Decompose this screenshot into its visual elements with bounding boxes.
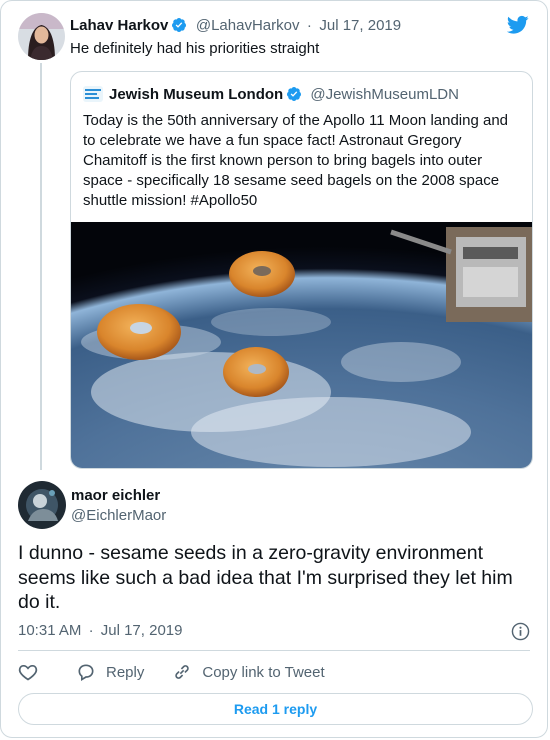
reply-label: Reply <box>106 663 145 681</box>
parent-header: Lahav Harkov @LahavHarkov · Jul 17, 2019 <box>70 17 401 35</box>
reply-avatar[interactable] <box>18 481 66 529</box>
twitter-bird-icon[interactable] <box>506 15 529 35</box>
separator-dot: · <box>306 17 312 34</box>
divider <box>18 650 530 651</box>
info-icon[interactable] <box>511 622 530 641</box>
quoted-handle[interactable]: @JewishMuseumLDN <box>310 86 459 103</box>
quoted-tweet[interactable]: Jewish Museum London @JewishMuseumLDN To… <box>70 71 533 469</box>
heart-icon <box>18 664 38 681</box>
reply-tweet-text: I dunno - sesame seeds in a zero-gravity… <box>18 542 513 613</box>
reply-icon <box>78 664 94 681</box>
reply-author-name[interactable]: maor eichler <box>71 487 160 504</box>
parent-author-name[interactable]: Lahav Harkov <box>70 17 168 34</box>
quoted-tweet-text: Today is the 50th anniversary of the Apo… <box>83 112 509 209</box>
reply-meta: 10:31 AM · Jul 17, 2019 <box>18 622 182 639</box>
parent-handle[interactable]: @LahavHarkov <box>196 17 300 34</box>
quoted-header: Jewish Museum London @JewishMuseumLDN <box>109 86 459 103</box>
embedded-tweet-card: Lahav Harkov @LahavHarkov · Jul 17, 2019… <box>0 0 548 738</box>
separator-dot: · <box>88 622 94 639</box>
verified-icon <box>171 17 187 33</box>
quoted-author-name[interactable]: Jewish Museum London <box>109 86 283 103</box>
reply-date[interactable]: Jul 17, 2019 <box>101 622 183 639</box>
verified-icon <box>286 86 302 102</box>
parent-avatar[interactable] <box>18 13 65 60</box>
reply-button[interactable]: Reply <box>76 662 144 682</box>
copy-link-label: Copy link to Tweet <box>202 663 325 681</box>
copy-link-button[interactable]: Copy link to Tweet <box>172 662 325 682</box>
parent-date[interactable]: Jul 17, 2019 <box>319 17 401 34</box>
read-replies-button[interactable]: Read 1 reply <box>18 693 533 725</box>
thread-line <box>40 63 42 470</box>
reply-time[interactable]: 10:31 AM <box>18 622 81 639</box>
space-bagels-image[interactable] <box>71 222 532 468</box>
like-button[interactable] <box>18 662 48 682</box>
action-bar: Reply Copy link to Tweet <box>18 661 353 683</box>
parent-tweet-text: He definitely had his priorities straigh… <box>70 40 320 57</box>
link-icon <box>175 665 190 679</box>
reply-handle[interactable]: @EichlerMaor <box>71 507 166 524</box>
jewish-museum-logo <box>83 86 103 102</box>
